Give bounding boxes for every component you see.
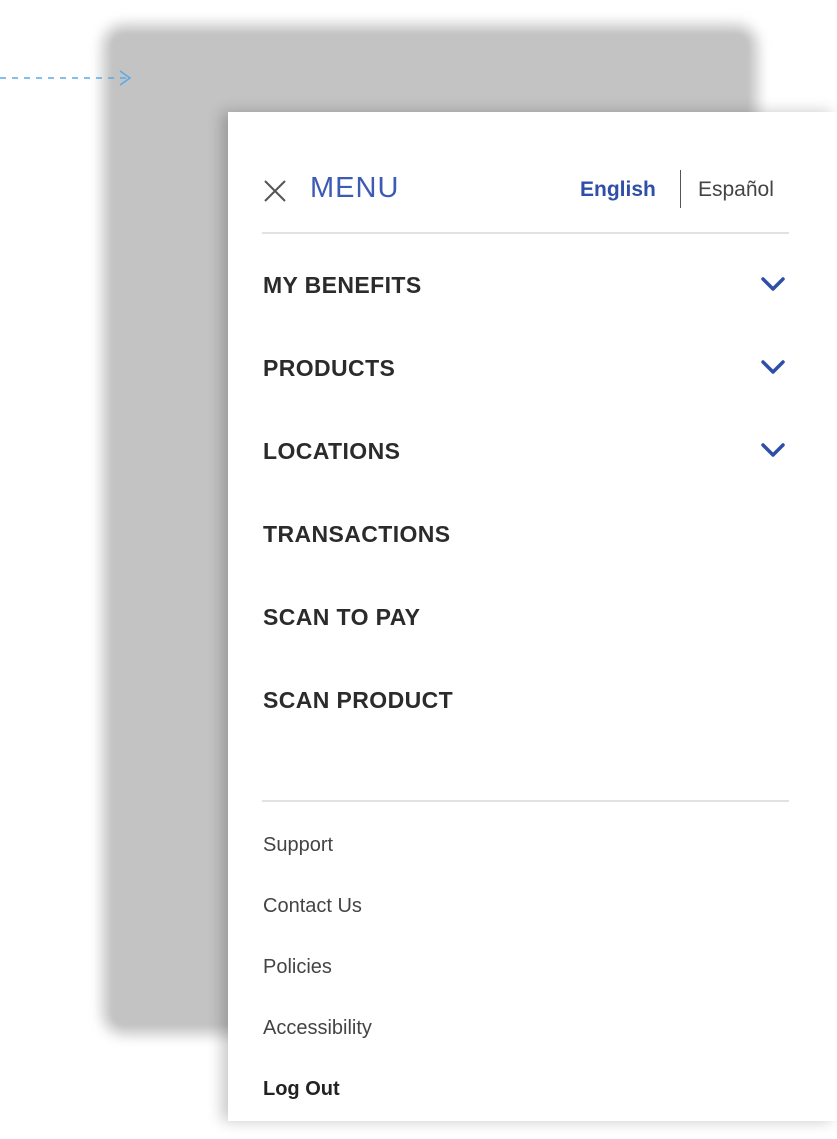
chevron-down-icon[interactable]	[759, 274, 787, 294]
chevron-down-icon[interactable]	[759, 357, 787, 377]
nav-item-my-benefits[interactable]: MY BENEFITS	[262, 262, 789, 345]
primary-nav: MY BENEFITS PRODUCTS LOCATIONS TRANSACTI…	[262, 262, 789, 760]
close-icon	[264, 180, 286, 202]
menu-header: MENU English Español	[262, 170, 789, 210]
log-out-link[interactable]: Log Out	[262, 1078, 789, 1139]
secondary-nav: Support Contact Us Policies Accessibilit…	[262, 834, 789, 1139]
menu-divider-bottom	[262, 800, 789, 802]
nav-item-scan-product[interactable]: SCAN PRODUCT	[262, 677, 789, 760]
nav-item-label: LOCATIONS	[263, 438, 401, 464]
nav-item-products[interactable]: PRODUCTS	[262, 345, 789, 428]
nav-item-label: MY BENEFITS	[263, 272, 422, 298]
close-button[interactable]	[262, 178, 288, 204]
support-link[interactable]: Support	[262, 834, 789, 895]
contact-us-link[interactable]: Contact Us	[262, 895, 789, 956]
dashed-arrow-icon	[0, 70, 132, 86]
nav-item-label: PRODUCTS	[263, 355, 396, 381]
chevron-down-icon[interactable]	[759, 440, 787, 460]
language-english-link[interactable]: English	[580, 178, 656, 202]
nav-item-locations[interactable]: LOCATIONS	[262, 428, 789, 511]
nav-item-label: SCAN PRODUCT	[263, 687, 454, 713]
menu-title: MENU	[310, 172, 400, 204]
nav-item-transactions[interactable]: TRANSACTIONS	[262, 511, 789, 594]
nav-item-label: SCAN TO PAY	[263, 604, 421, 630]
nav-item-scan-to-pay[interactable]: SCAN TO PAY	[262, 594, 789, 677]
nav-item-label: TRANSACTIONS	[263, 521, 451, 547]
menu-divider-top	[262, 232, 789, 234]
language-espanol-link[interactable]: Español	[698, 178, 774, 202]
policies-link[interactable]: Policies	[262, 956, 789, 1017]
menu-panel: MENU English Español MY BENEFITS PRODUCT…	[228, 112, 837, 1121]
accessibility-link[interactable]: Accessibility	[262, 1017, 789, 1078]
language-divider	[680, 170, 681, 208]
